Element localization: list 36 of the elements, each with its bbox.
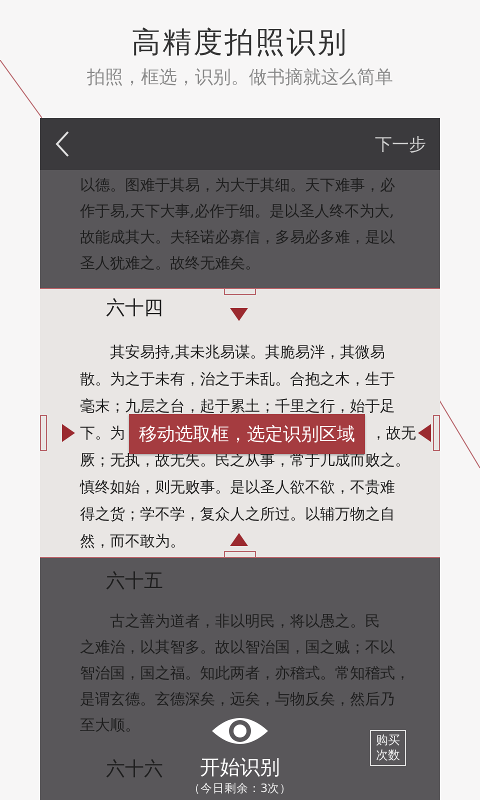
resize-handle[interactable]	[40, 415, 47, 451]
hint-tooltip: 移动选取框，选定识别区域	[129, 414, 365, 454]
start-recognition-button[interactable]: 开始识别	[200, 754, 280, 780]
decor-line	[438, 398, 480, 470]
text-line: 其安易持,其未兆易谋。其脆易泮，其微易	[109, 342, 385, 363]
chapter-heading: 六十六	[106, 757, 163, 782]
text-line: 之难治，以其智多。故以智治国，国之贼；不以	[80, 637, 395, 658]
triangle-down-icon[interactable]	[230, 308, 248, 321]
triangle-up-icon[interactable]	[230, 533, 248, 546]
chapter-heading: 六十五	[106, 569, 163, 594]
buy-credits-button[interactable]: 购买次数	[370, 730, 406, 766]
text-line: 圣人犹难之。故终无难矣。	[80, 253, 260, 274]
text-line: 得之货；学不学，复众人之所过。以辅万物之自	[80, 504, 395, 525]
text-line: 然，而不敢为。	[80, 531, 185, 552]
text-line: 至大顺。	[80, 715, 140, 736]
text-line: 散。为之于未有，治之于未乱。合抱之木，生于	[80, 369, 395, 390]
remaining-count: （今日剩余：3次）	[188, 780, 292, 796]
resize-handle[interactable]	[224, 551, 256, 558]
text-line: 慎终如始，则无败事。是以圣人欲不欲，不贵难	[80, 477, 395, 498]
text-line: 古之善为道者，非以明民，将以愚之。民	[109, 611, 380, 632]
text-line: ，故无	[371, 423, 416, 444]
text-line: 故能成其大。夫轻诺必寡信，多易必多难，是以	[80, 227, 395, 248]
triangle-left-icon[interactable]	[418, 424, 431, 442]
triangle-right-icon[interactable]	[62, 424, 75, 442]
text-line: 下。为	[80, 423, 125, 444]
text-line: 智治国，国之福。知此两者，亦稽式。常知稽式，	[80, 663, 410, 684]
promo-title: 高精度拍照识别	[132, 24, 348, 60]
next-step-button[interactable]: 下一步	[375, 132, 426, 156]
chapter-heading: 六十四	[106, 296, 163, 321]
resize-handle[interactable]	[224, 288, 256, 295]
promo-subtitle: 拍照，框选，识别。做书摘就这么简单	[87, 66, 393, 90]
decor-line	[0, 60, 42, 120]
text-line: 作于易,天下大事,必作于细。是以圣人终不为大,	[80, 201, 394, 222]
resize-handle[interactable]	[433, 415, 440, 451]
text-line: 以德。图难于其易，为大于其细。天下难事，必	[80, 175, 395, 196]
text-line: 是谓玄德。玄德深矣，远矣，与物反矣，然后乃	[80, 689, 395, 710]
